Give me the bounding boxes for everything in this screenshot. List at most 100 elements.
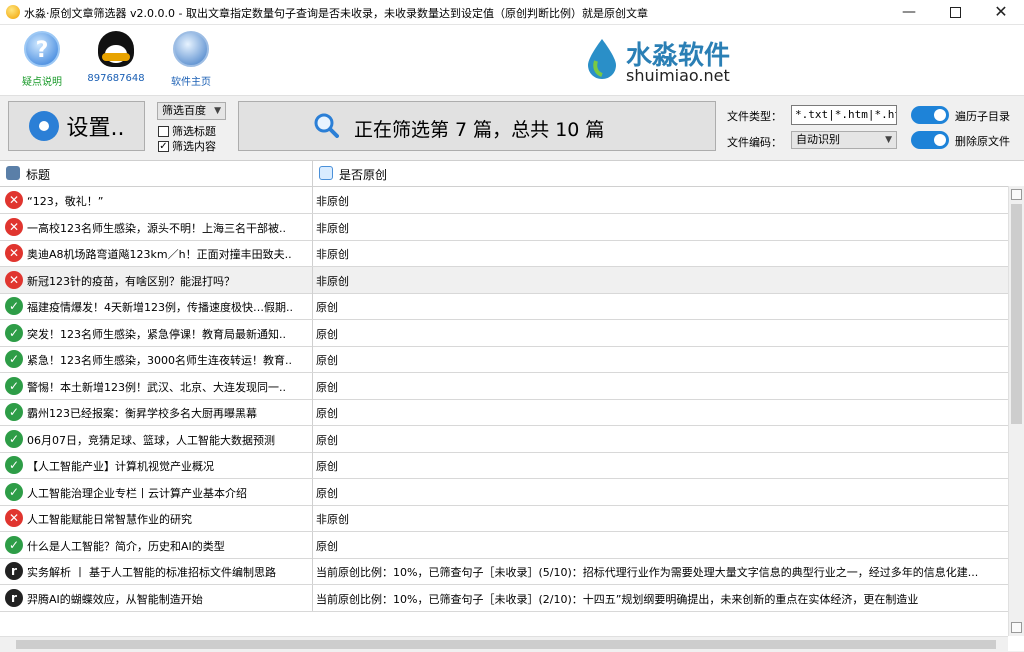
check-icon: ✓ xyxy=(5,376,23,395)
toolbar: ? 疑点说明 897687648 软件主页 水淼软件 shuimiao.net xyxy=(0,25,1024,95)
file-encoding-value: 自动识别 xyxy=(796,133,840,146)
title-cell: ✓ 【人工智能产业】计算机视觉产业概况 xyxy=(0,452,313,478)
file-encoding-select[interactable]: 自动识别 ▼ xyxy=(791,131,897,149)
filter-content-checkbox[interactable]: ✓ 筛选内容 xyxy=(158,138,216,154)
scroll-up-button[interactable] xyxy=(1011,189,1022,200)
table-row[interactable]: ✓ 霸州123已经报案：衡昇学校多名大厨再曝黑幕 原创 xyxy=(0,399,1008,426)
brand-logo: 水淼软件 shuimiao.net xyxy=(586,33,756,89)
checkbox-box: ✓ xyxy=(158,140,169,152)
settings-button[interactable]: 设置.. xyxy=(8,101,145,151)
row-result: 原创 xyxy=(316,433,338,447)
title-cell: ✕ 一高校123名师生感染，源头不明！上海三名干部被.. xyxy=(0,213,313,240)
row-title: 奥迪A8机场路弯道飚123km／h！正面对撞丰田致夫.. xyxy=(27,248,292,261)
settings-label: 设置.. xyxy=(66,116,125,141)
row-result: 非原创 xyxy=(316,248,349,261)
grid-header: 标题 是否原创 xyxy=(0,161,1024,187)
row-result: 原创 xyxy=(316,539,338,553)
title-cell: ✕ 人工智能赋能日常智慧作业的研究 xyxy=(0,505,313,531)
error-icon: ✕ xyxy=(5,270,23,289)
app-icon xyxy=(6,5,20,19)
table-row[interactable]: r 实务解析 丨 基于人工智能的标准招标文件编制思路 当前原创比例：10%，已筛查句… xyxy=(0,558,1008,585)
title-cell: ✕ 奥迪A8机场路弯道飚123km／h！正面对撞丰田致夫.. xyxy=(0,240,313,266)
minimize-button[interactable]: — xyxy=(886,0,932,24)
engine-select[interactable]: 筛选百度 ▼ xyxy=(157,102,226,120)
title-cell: ✓ 福建疫情爆发！4天新增123例，传播速度极快…假期.. xyxy=(0,293,313,319)
row-result: 原创 xyxy=(316,301,338,314)
scroll-down-button[interactable] xyxy=(1011,622,1022,633)
row-title: 什么是人工智能？简介，历史和AI的类型 xyxy=(27,539,225,553)
control-panel: 设置.. 筛选百度 ▼ 筛选标题 ✓ 筛选内容 正在筛选第 7 篇，总共 10 … xyxy=(0,95,1024,159)
status-panel[interactable]: 正在筛选第 7 篇，总共 10 篇 xyxy=(238,101,716,151)
row-title: 06月07日，竞猜足球、篮球，人工智能大数据预测 xyxy=(27,433,275,447)
subdirs-toggle[interactable] xyxy=(911,106,949,124)
row-result: 非原创 xyxy=(316,513,349,526)
title-cell: ✓ 人工智能治理企业专栏丨云计算产业基本介绍 xyxy=(0,478,313,505)
table-row[interactable]: ✓ 06月07日，竞猜足球、篮球，人工智能大数据预测 原创 xyxy=(0,425,1008,453)
close-button[interactable]: ✕ xyxy=(978,0,1024,24)
check-icon: ✓ xyxy=(5,323,23,342)
file-type-input[interactable]: *.txt|*.htm|*.ht xyxy=(791,105,897,125)
filter-title-label: 筛选标题 xyxy=(172,125,216,138)
homepage-label: 软件主页 xyxy=(171,77,211,88)
title-cell: ✓ 霸州123已经报案：衡昇学校多名大厨再曝黑幕 xyxy=(0,399,313,425)
row-result: 当前原创比例：10%，已筛查句子［未收录］(2/10)：十四五”规划纲要明确提出… xyxy=(316,592,919,606)
help-button[interactable]: ? 疑点说明 xyxy=(7,31,77,88)
table-row[interactable]: ✓ 什么是人工智能？简介，历史和AI的类型 原创 xyxy=(0,531,1008,559)
row-title: 一高校123名师生感染，源头不明！上海三名干部被.. xyxy=(27,221,286,235)
table-row[interactable]: ✓ 突发！123名师生感染，紧急停课！教育局最新通知.. 原创 xyxy=(0,319,1008,347)
title-cell: ✓ 突发！123名师生感染，紧急停课！教育局最新通知.. xyxy=(0,319,313,346)
info-icon: r xyxy=(5,588,23,607)
qq-label: 897687648 xyxy=(87,73,145,84)
globe-icon xyxy=(173,31,209,67)
row-result: 原创 xyxy=(316,407,338,420)
table-row[interactable]: r 羿腾AI的蝴蝶效应，从智能制造开始 当前原创比例：10%，已筛查句子［未收录］(… xyxy=(0,584,1008,612)
table-row[interactable]: ✓ 【人工智能产业】计算机视觉产业概况 原创 xyxy=(0,452,1008,479)
magnifier-icon xyxy=(314,113,339,138)
row-result: 当前原创比例：10%，已筛查句子［未收录］(5/10)：招标代理行业作为需要处理… xyxy=(316,566,979,579)
title-cell: r 羿腾AI的蝴蝶效应，从智能制造开始 xyxy=(0,584,313,611)
error-icon: ✕ xyxy=(5,191,23,209)
check-icon: ✓ xyxy=(5,482,23,501)
row-result: 非原创 xyxy=(316,221,349,235)
table-row[interactable]: ✓ 紧急！123名师生感染，3000名师生连夜转运！教育.. 原创 xyxy=(0,346,1008,373)
row-title: 羿腾AI的蝴蝶效应，从智能制造开始 xyxy=(27,592,203,606)
table-row[interactable]: ✓ 人工智能治理企业专栏丨云计算产业基本介绍 原创 xyxy=(0,478,1008,506)
title-cell: ✓ 06月07日，竞猜足球、篮球，人工智能大数据预测 xyxy=(0,425,313,452)
file-encoding-label: 文件编码： xyxy=(727,136,782,149)
table-row[interactable]: ✓ 警惕！本土新增123例！武汉、北京、大连发现同一.. 原创 xyxy=(0,372,1008,400)
info-icon: r xyxy=(5,562,23,580)
row-title: 紧急！123名师生感染，3000名师生连夜转运！教育.. xyxy=(27,354,292,367)
checkbox-box xyxy=(158,125,169,137)
window-title: 水淼·原创文章筛选器 v2.0.0.0 - 取出文章指定数量句子查询是否未收录，… xyxy=(24,7,648,20)
table-row[interactable]: ✓ 福建疫情爆发！4天新增123例，传播速度极快…假期.. 原创 xyxy=(0,293,1008,320)
subdirs-label: 遍历子目录 xyxy=(955,110,1010,123)
error-icon: ✕ xyxy=(5,217,23,236)
header-original-label: 是否原创 xyxy=(339,168,388,182)
row-title: “123，敬礼！” xyxy=(27,195,104,208)
vertical-scrollbar[interactable] xyxy=(1008,186,1024,636)
help-icon: ? xyxy=(24,31,60,67)
table-row[interactable]: ✕ “123，敬礼！” 非原创 xyxy=(0,187,1008,214)
header-title-label: 标题 xyxy=(26,168,51,182)
header-title-column[interactable]: 标题 xyxy=(0,161,313,186)
row-result: 原创 xyxy=(316,354,338,367)
table-row[interactable]: ✕ 人工智能赋能日常智慧作业的研究 非原创 xyxy=(0,505,1008,532)
maximize-button[interactable] xyxy=(932,0,978,24)
table-row[interactable]: ✕ 奥迪A8机场路弯道飚123km／h！正面对撞丰田致夫.. 非原创 xyxy=(0,240,1008,267)
check-icon: ✓ xyxy=(5,456,23,474)
logo-en: shuimiao.net xyxy=(626,66,730,85)
tag-icon xyxy=(6,166,20,180)
table-row[interactable]: ✕ 一高校123名师生感染，源头不明！上海三名干部被.. 非原创 xyxy=(0,213,1008,241)
homepage-button[interactable]: 软件主页 xyxy=(156,31,226,88)
row-result: 原创 xyxy=(316,380,338,394)
header-original-column[interactable]: 是否原创 xyxy=(313,161,1013,186)
delete-original-toggle[interactable] xyxy=(911,131,949,149)
row-result: 非原创 xyxy=(316,195,349,208)
filter-title-checkbox[interactable]: 筛选标题 xyxy=(158,123,216,139)
check-icon: ✓ xyxy=(5,535,23,554)
hscroll-thumb[interactable] xyxy=(16,640,996,649)
qq-button[interactable]: 897687648 xyxy=(81,31,151,84)
scroll-thumb[interactable] xyxy=(1011,204,1022,424)
table-row[interactable]: ✕ 新冠123针的疫苗，有啥区别？能混打吗？ 非原创 xyxy=(0,266,1008,294)
row-title: 霸州123已经报案：衡昇学校多名大厨再曝黑幕 xyxy=(27,407,257,420)
